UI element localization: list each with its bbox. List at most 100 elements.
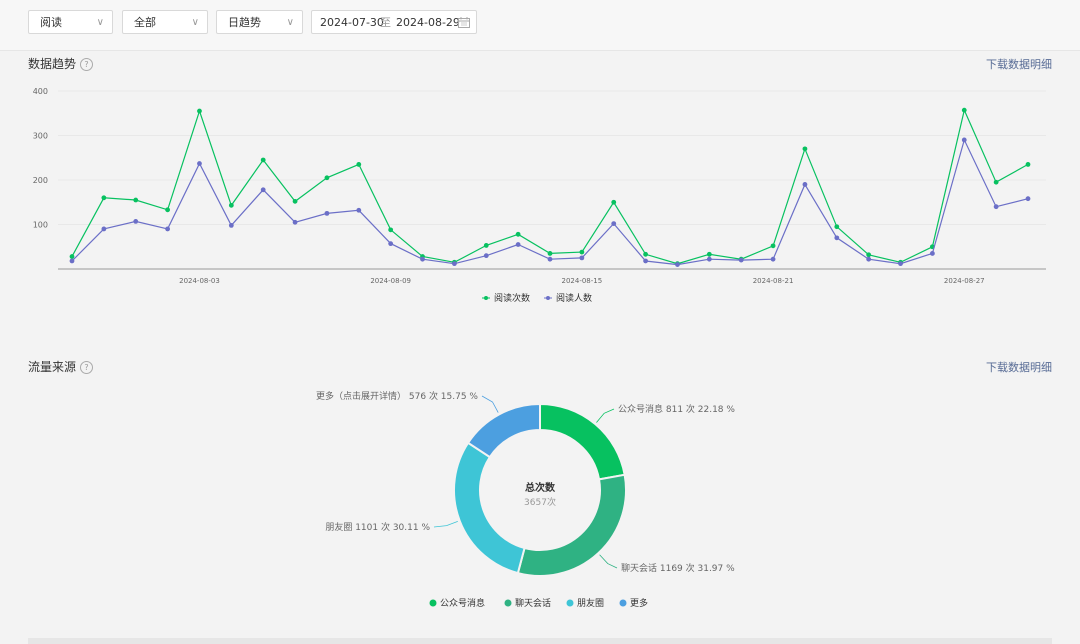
data-point[interactable] xyxy=(292,198,298,204)
data-point[interactable] xyxy=(388,227,394,233)
legend-item[interactable]: 公众号消息 xyxy=(429,597,486,609)
data-point[interactable] xyxy=(197,108,202,114)
data-point[interactable] xyxy=(961,107,967,113)
legend-marker xyxy=(504,599,512,607)
data-point[interactable] xyxy=(324,210,330,216)
metric-select[interactable]: 阅读 ∨ xyxy=(28,10,113,34)
data-point[interactable] xyxy=(388,241,394,247)
y-tick-label: 100 xyxy=(33,221,48,230)
data-point[interactable] xyxy=(611,221,617,227)
legend-label: 聊天会话 xyxy=(515,597,551,609)
slice-label: 朋友圈 1101 次 30.11 % xyxy=(325,521,430,533)
data-point[interactable] xyxy=(706,256,712,262)
trend-download-link[interactable]: 下载数据明细 xyxy=(986,56,1052,72)
legend-marker xyxy=(566,599,574,607)
data-point[interactable] xyxy=(133,218,139,224)
source-donut-chart: 公众号消息 811 次 22.18 % 聊天会话 1169 次 31.97 % 朋友… xyxy=(316,390,735,609)
data-point[interactable] xyxy=(515,242,521,247)
legend-label: 更多 xyxy=(630,597,648,609)
date-start: 2024-07-30 xyxy=(320,16,384,29)
data-point[interactable] xyxy=(961,137,967,143)
data-point[interactable] xyxy=(579,255,585,261)
donut-slice[interactable] xyxy=(466,402,541,459)
data-point[interactable] xyxy=(420,256,425,262)
legend-item[interactable]: 聊天会话 xyxy=(504,597,552,609)
date-end: 2024-08-29 xyxy=(396,16,460,29)
help-icon[interactable]: ? xyxy=(80,58,94,71)
scope-select-value: 全部 xyxy=(134,16,156,29)
data-point[interactable] xyxy=(547,256,553,262)
data-point[interactable] xyxy=(228,202,234,208)
data-point[interactable] xyxy=(101,226,107,232)
trend-section-title: 数据趋势? xyxy=(28,55,94,72)
data-point[interactable] xyxy=(866,252,872,258)
data-point[interactable] xyxy=(356,207,362,213)
data-point[interactable] xyxy=(101,195,107,201)
data-point[interactable] xyxy=(706,251,712,257)
help-icon[interactable]: ? xyxy=(80,361,94,374)
legend-label: 阅读人数 xyxy=(556,292,592,304)
data-point[interactable] xyxy=(834,224,840,230)
slice-label: 更多（点击展开详情） 576 次 15.75 % xyxy=(316,390,478,402)
y-tick-label: 200 xyxy=(33,176,48,185)
source-download-link[interactable]: 下载数据明细 xyxy=(986,359,1052,375)
data-point[interactable] xyxy=(579,249,585,255)
chevron-down-icon: ∨ xyxy=(286,17,294,28)
data-point[interactable] xyxy=(993,204,999,210)
legend-item[interactable]: 朋友圈 xyxy=(566,597,605,609)
data-point[interactable] xyxy=(802,182,808,187)
data-point[interactable] xyxy=(228,222,234,228)
data-point[interactable] xyxy=(356,162,362,167)
data-point[interactable] xyxy=(738,257,744,263)
legend-item[interactable]: 更多 xyxy=(619,597,649,609)
data-point[interactable] xyxy=(165,207,171,213)
calendar-icon xyxy=(458,17,470,28)
data-point[interactable] xyxy=(643,251,648,257)
data-point[interactable] xyxy=(547,251,553,256)
scope-select[interactable]: 全部 ∨ xyxy=(122,10,208,34)
legend-label: 阅读次数 xyxy=(494,292,530,304)
bottom-divider xyxy=(28,638,1052,644)
data-point[interactable] xyxy=(483,253,489,259)
legend-item[interactable]: 阅读次数 xyxy=(482,292,530,304)
label-leader-line xyxy=(599,554,618,569)
x-tick-label: 2024-08-21 xyxy=(753,277,794,285)
data-point[interactable] xyxy=(802,146,808,152)
data-point[interactable] xyxy=(324,175,330,181)
data-point[interactable] xyxy=(483,243,489,248)
data-point[interactable] xyxy=(770,243,776,249)
source-title-text: 流量来源 xyxy=(28,360,77,374)
x-tick-label: 2024-08-09 xyxy=(370,277,411,285)
date-separator: 至 xyxy=(380,16,391,29)
chevron-down-icon: ∨ xyxy=(191,17,199,28)
data-point[interactable] xyxy=(1025,196,1031,202)
data-point[interactable] xyxy=(165,226,171,232)
data-point[interactable] xyxy=(643,258,648,264)
donut-slice[interactable] xyxy=(453,441,526,575)
data-point[interactable] xyxy=(260,157,266,163)
legend-item[interactable]: 阅读人数 xyxy=(544,292,592,304)
data-point[interactable] xyxy=(930,251,935,256)
date-range-picker[interactable]: 2024-07-30 至 2024-08-29 xyxy=(311,10,477,34)
data-point[interactable] xyxy=(133,197,139,203)
data-point[interactable] xyxy=(1025,162,1031,167)
data-point[interactable] xyxy=(69,254,75,259)
trend-line-chart: 100 200 300 400 2024-08-03 2024-08-09 2024-08… xyxy=(33,87,1046,304)
data-point[interactable] xyxy=(770,256,776,262)
data-point[interactable] xyxy=(866,256,872,262)
data-point[interactable] xyxy=(292,219,298,225)
data-point[interactable] xyxy=(834,235,840,241)
data-point[interactable] xyxy=(675,262,680,267)
data-point[interactable] xyxy=(69,258,75,264)
data-point[interactable] xyxy=(197,161,202,166)
donut-slice[interactable] xyxy=(539,402,626,481)
data-point[interactable] xyxy=(515,231,521,237)
slice-label: 聊天会话 1169 次 31.97 % xyxy=(621,562,735,574)
data-point[interactable] xyxy=(898,261,903,267)
data-point[interactable] xyxy=(452,261,457,267)
data-point[interactable] xyxy=(611,199,617,205)
granularity-select[interactable]: 日趋势 ∨ xyxy=(216,10,303,34)
data-point[interactable] xyxy=(993,179,999,185)
legend-marker xyxy=(429,599,437,607)
data-point[interactable] xyxy=(260,187,266,193)
